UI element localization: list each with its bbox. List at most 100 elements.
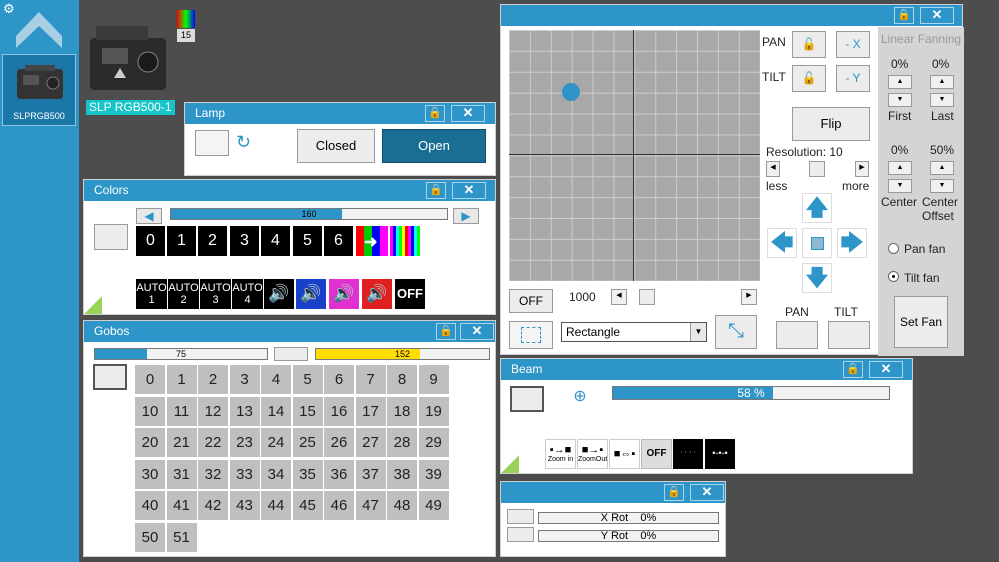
gobo-button[interactable]: 1 xyxy=(166,365,197,394)
lock-icon[interactable]: 🔒 xyxy=(894,7,914,24)
close-button[interactable]: ✕ xyxy=(690,484,724,501)
gobo-button[interactable]: 34 xyxy=(261,459,291,489)
xy-pad[interactable] xyxy=(509,30,760,281)
gobo-button[interactable]: 6 xyxy=(324,365,354,394)
color-button-3[interactable]: 3 xyxy=(230,226,259,256)
gobo-button[interactable]: 18 xyxy=(387,396,417,426)
gobo-button[interactable]: 32 xyxy=(198,459,228,489)
colors-preset-button[interactable] xyxy=(94,224,128,250)
move-up-button[interactable]: 🡅 xyxy=(802,193,832,223)
move-down-button[interactable]: 🡇 xyxy=(802,263,832,293)
resolution-right-button[interactable]: ▶ xyxy=(855,161,869,177)
gobo-button[interactable]: 7 xyxy=(355,365,386,394)
laser-fixture-image[interactable] xyxy=(84,18,176,98)
gobo-button[interactable]: 50 xyxy=(135,523,165,552)
close-button[interactable]: ✕ xyxy=(869,361,903,378)
lamp-reset-icon[interactable]: ↻ xyxy=(236,132,260,156)
first-down-button[interactable]: ▼ xyxy=(888,93,912,107)
gobo-button[interactable]: 44 xyxy=(261,491,291,521)
sound-icon-blue[interactable]: 🔊 xyxy=(296,279,326,309)
center-offset-down-button[interactable]: ▼ xyxy=(930,179,954,193)
center-down-button[interactable]: ▼ xyxy=(888,179,912,193)
invert-y-button[interactable]: - Y xyxy=(836,65,870,92)
gobo-button[interactable]: 20 xyxy=(135,428,165,458)
gobo-button[interactable]: 40 xyxy=(135,491,165,521)
gobo-button[interactable]: 29 xyxy=(418,428,449,458)
lock-icon[interactable]: 🔒 xyxy=(425,105,445,122)
color-button-6[interactable]: 6 xyxy=(324,226,353,256)
center-offset-up-button[interactable]: ▲ xyxy=(930,161,954,175)
color-button-5[interactable]: 5 xyxy=(293,226,322,256)
sound-icon-white[interactable]: 🔊 xyxy=(264,279,294,309)
gobo-button[interactable]: 48 xyxy=(387,491,417,521)
gobo-button[interactable]: 16 xyxy=(324,396,354,426)
gobo-button[interactable]: 8 xyxy=(387,365,417,394)
shape-select[interactable]: Rectangle ▼ xyxy=(561,322,707,342)
gobo-button[interactable]: 11 xyxy=(166,396,197,426)
gobo-button[interactable]: 9 xyxy=(418,365,449,394)
colors-slider[interactable]: 160 xyxy=(170,208,448,220)
auto-button-2[interactable]: AUTO 2 xyxy=(168,279,199,309)
beam-preset-button[interactable] xyxy=(510,386,544,412)
gobo-button[interactable]: 15 xyxy=(292,396,323,426)
gobo-button[interactable]: 28 xyxy=(387,428,417,458)
gobo-preset-button[interactable] xyxy=(93,364,127,390)
resolution-slider-thumb[interactable] xyxy=(809,161,825,177)
gobo-mid-button[interactable] xyxy=(274,347,308,361)
lamp-closed-button[interactable]: Closed xyxy=(297,129,375,163)
beam-dots-button[interactable]: · · · · xyxy=(673,439,703,469)
color-button-1[interactable]: 1 xyxy=(167,226,196,256)
auto-button-3[interactable]: AUTO 3 xyxy=(200,279,231,309)
speed-right-button[interactable]: ▶ xyxy=(741,289,757,305)
speed-slider-thumb[interactable] xyxy=(639,289,655,305)
gobo-button[interactable]: 43 xyxy=(229,491,260,521)
gobo-button[interactable]: 21 xyxy=(166,428,197,458)
gobo-button[interactable]: 38 xyxy=(387,459,417,489)
colors-off-button[interactable]: OFF xyxy=(395,279,425,309)
close-button[interactable]: ✕ xyxy=(460,323,494,340)
center-button[interactable] xyxy=(802,228,832,258)
zoom-out-button[interactable]: ■→▪ ZoomOut xyxy=(577,439,608,469)
gobo-button[interactable]: 42 xyxy=(198,491,228,521)
xy-position-marker[interactable] xyxy=(562,83,580,101)
last-down-button[interactable]: ▼ xyxy=(930,93,954,107)
zoom-target-icon[interactable]: ⊕ xyxy=(569,386,591,408)
gobo-button[interactable]: 30 xyxy=(135,459,165,489)
gobo-button[interactable]: 33 xyxy=(229,459,260,489)
gobo-button[interactable]: 36 xyxy=(324,459,354,489)
zoom-slider[interactable]: 58 % xyxy=(612,386,890,400)
gobo-button[interactable]: 13 xyxy=(229,396,260,426)
gobo-button[interactable]: 10 xyxy=(135,396,165,426)
colors-left-arrow[interactable]: ◀ xyxy=(136,208,162,224)
gobo-button[interactable]: 39 xyxy=(418,459,449,489)
gobo-button[interactable]: 3 xyxy=(229,365,260,394)
auto-button-1[interactable]: AUTO 1 xyxy=(136,279,167,309)
gobo-button[interactable]: 27 xyxy=(355,428,386,458)
y-rot-slider[interactable]: Y Rot 0% xyxy=(538,530,719,542)
gobo-button[interactable]: 26 xyxy=(324,428,354,458)
move-right-button[interactable]: 🡆 xyxy=(837,228,867,258)
lock-icon[interactable]: 🔒 xyxy=(436,323,456,340)
flip-button[interactable]: Flip xyxy=(792,107,870,141)
beam-line-button[interactable]: •-•-• xyxy=(705,439,735,469)
x-rot-button[interactable] xyxy=(507,509,534,524)
colors-right-arrow[interactable]: ▶ xyxy=(453,208,479,224)
lamp-color-button[interactable] xyxy=(195,130,229,156)
fixture-name[interactable]: SLP RGB500-1 xyxy=(86,100,175,115)
gobo-button[interactable]: 51 xyxy=(166,523,197,552)
speed-left-button[interactable]: ◀ xyxy=(611,289,627,305)
first-up-button[interactable]: ▲ xyxy=(888,75,912,89)
last-up-button[interactable]: ▲ xyxy=(930,75,954,89)
center-up-button[interactable]: ▲ xyxy=(888,161,912,175)
gobo-slider-2[interactable]: 152 xyxy=(315,348,490,360)
sound-icon-red[interactable]: 🔊 xyxy=(362,279,392,309)
gobo-button[interactable]: 47 xyxy=(355,491,386,521)
gobo-button[interactable]: 45 xyxy=(292,491,323,521)
invert-x-button[interactable]: - X xyxy=(836,31,870,58)
tilt-lock-button[interactable]: 🔓 xyxy=(792,65,826,92)
gobo-button[interactable]: 35 xyxy=(292,459,323,489)
shape-icon[interactable] xyxy=(509,321,553,349)
position-off-button[interactable]: OFF xyxy=(509,289,553,313)
gobo-button[interactable]: 19 xyxy=(418,396,449,426)
gobo-button[interactable]: 14 xyxy=(261,396,291,426)
